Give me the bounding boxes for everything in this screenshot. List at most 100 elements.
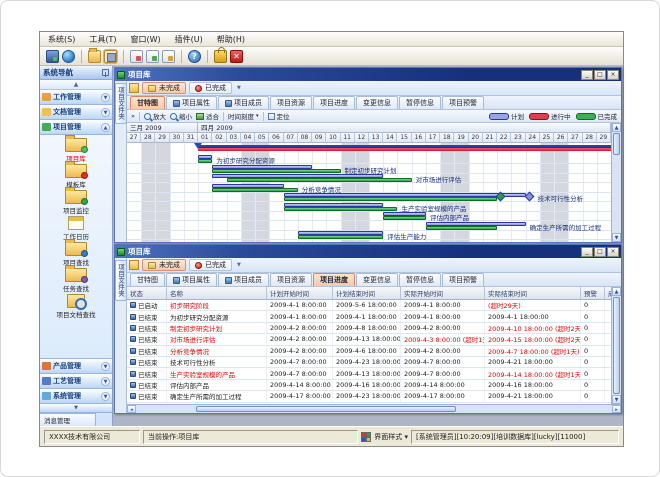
table-row[interactable]: 已结束制定初步研究计划2009-4-2 8:00:002009-4-8 18:0…: [127, 323, 611, 334]
task-done-bar[interactable]: [284, 197, 498, 201]
scroll-thumb[interactable]: [613, 297, 620, 394]
window1-title-bar[interactable]: 项目库 _ □ ×: [115, 68, 621, 81]
timescale-dropdown[interactable]: 时间刻度▾: [228, 111, 259, 121]
fit-button[interactable]: 适合: [196, 111, 219, 121]
table-row[interactable]: 已结束生产实验室规模的产品2009-4-7 8:00:002009-4-13 1…: [127, 368, 611, 379]
chevron-up-icon[interactable]: ▲: [101, 123, 110, 132]
task-done-bar[interactable]: [426, 226, 497, 230]
gantt-chart[interactable]: 三月 2009四月 200927282930310102030405060708…: [127, 123, 611, 242]
tab-项目资源[interactable]: 项目资源: [270, 96, 312, 109]
tab-项目属性[interactable]: 项目属性: [166, 273, 217, 286]
task-plan-bar[interactable]: [212, 184, 283, 188]
folder-open-icon[interactable]: [88, 50, 101, 63]
column-header-名称[interactable]: 名称: [167, 287, 267, 300]
menu-item-3[interactable]: 插件(U): [175, 34, 203, 45]
table-row[interactable]: 已结束确定生产所需的加工过程2009-4-17 8:00:002009-4-23…: [127, 391, 611, 402]
tab-甘特图[interactable]: 甘特图: [130, 273, 165, 286]
scroll-right-arrow-icon[interactable]: ▸: [612, 405, 621, 413]
report-green-icon[interactable]: [146, 50, 159, 63]
chevron-down-icon[interactable]: ▼: [101, 108, 110, 117]
zoom-out-button[interactable]: 缩小: [170, 111, 192, 121]
gantt-vertical-scrollbar[interactable]: ▲ ▼: [611, 123, 621, 242]
menu-item-4[interactable]: 帮助(H): [217, 34, 245, 45]
task-done-bar[interactable]: [298, 235, 383, 239]
chevron-down-icon[interactable]: ▼: [101, 392, 110, 401]
help-icon[interactable]: ?: [188, 50, 201, 63]
sidebar-item-模板库[interactable]: 模板库: [40, 164, 112, 189]
task-plan-bar[interactable]: [426, 222, 526, 226]
tab-项目成员[interactable]: 项目成员: [218, 273, 269, 286]
lock-icon[interactable]: [214, 50, 227, 63]
scroll-up-arrow-icon[interactable]: ▲: [612, 287, 621, 296]
scroll-down-arrow-icon[interactable]: ▼: [612, 233, 621, 242]
tab-项目资源[interactable]: 项目资源: [270, 273, 312, 286]
column-header-实际开始时间[interactable]: 实际开始时间: [401, 287, 485, 300]
task-done-bar[interactable]: [284, 207, 398, 211]
sidebar-scroll-up-button[interactable]: ▲: [40, 80, 112, 90]
column-header-实际结束时间[interactable]: 实际结束时间: [485, 287, 581, 300]
sidebar-overflow-chevron-icon[interactable]: ▼: [40, 404, 112, 413]
sidebar-group-工作管理[interactable]: 工作管理▼: [40, 90, 112, 105]
tab-项目成员[interactable]: 项目成员: [218, 96, 269, 109]
filter-tab-未完成[interactable]: 未完成: [142, 259, 186, 271]
sidebar-item-项目库[interactable]: 项目库: [40, 138, 112, 163]
project-folder-side-tab[interactable]: 项目文件夹: [115, 260, 127, 301]
tab-项目预警[interactable]: 项目预警: [442, 96, 484, 109]
tab-甘特图[interactable]: 甘特图: [130, 96, 165, 109]
chevron-down-icon[interactable]: ▼: [101, 362, 110, 371]
table-horizontal-scrollbar[interactable]: ◂ ▸: [127, 404, 621, 413]
maximize-button[interactable]: □: [594, 70, 606, 80]
sidebar-group-项目管理[interactable]: 项目管理▲: [40, 120, 112, 135]
table-row[interactable]: 已结束评估内部产品2009-4-14 8:00:002009-4-16 18:0…: [127, 380, 611, 391]
table-vertical-scrollbar[interactable]: ▲ ▼: [611, 287, 621, 404]
pin-icon[interactable]: [102, 69, 109, 76]
scroll-thumb[interactable]: [613, 133, 620, 155]
sidebar-item-项目监控[interactable]: 项目监控: [40, 190, 112, 215]
globe-icon[interactable]: [62, 50, 75, 63]
project-folder-side-tab[interactable]: 项目文件夹: [115, 83, 127, 124]
scroll-left-arrow-icon[interactable]: ◂: [127, 405, 136, 413]
filter-overflow-chevron-icon[interactable]: ▼: [237, 262, 241, 268]
sidebar-tab-message-management[interactable]: 消息管理: [40, 413, 96, 426]
filter-tab-已完成[interactable]: 已完成: [189, 82, 232, 94]
filter-overflow-chevron-icon[interactable]: ▼: [237, 85, 241, 91]
tab-变更信息[interactable]: 变更信息: [356, 96, 398, 109]
report-red-icon[interactable]: [130, 50, 143, 63]
minimize-button[interactable]: _: [581, 247, 593, 257]
tab-项目预警[interactable]: 项目预警: [442, 273, 484, 286]
column-header-预警[interactable]: 预警: [581, 287, 605, 300]
filter-tab-未完成[interactable]: 未完成: [142, 82, 186, 94]
task-plan-bar[interactable]: [212, 165, 312, 169]
tab-变更信息[interactable]: 变更信息: [356, 273, 398, 286]
chevron-down-icon[interactable]: ▼: [101, 377, 110, 386]
sidebar-group-文档管理[interactable]: 文档管理▼: [40, 105, 112, 120]
table-row[interactable]: 已结束分析竞争情况2009-4-2 8:00:002009-4-6 18:00:…: [127, 346, 611, 357]
interface-style-dropdown[interactable]: 界面样式 ▾: [374, 432, 408, 442]
chevron-down-icon[interactable]: ▼: [101, 93, 110, 102]
scroll-thumb[interactable]: [196, 406, 456, 412]
window2-title-bar[interactable]: 项目库 _ □ ×: [115, 245, 621, 258]
task-done-bar[interactable]: [383, 216, 426, 220]
tab-项目进度[interactable]: 项目进度: [313, 273, 355, 286]
save-folder-icon[interactable]: [104, 50, 117, 63]
folder-tree-icon[interactable]: [129, 260, 139, 270]
minimize-button[interactable]: _: [581, 70, 593, 80]
folder-tree-icon[interactable]: [129, 83, 139, 93]
menu-item-2[interactable]: 窗口(W): [130, 34, 160, 45]
task-plan-bar[interactable]: [284, 203, 384, 207]
scroll-up-arrow-icon[interactable]: ▲: [612, 123, 621, 132]
workspace-icon[interactable]: [46, 50, 59, 63]
column-header-计划开始时间[interactable]: 计划开始时间: [267, 287, 333, 300]
tab-项目属性[interactable]: 项目属性: [166, 96, 217, 109]
table-row[interactable]: 已结束技术可行性分析2009-4-7 8:00:002009-4-23 18:0…: [127, 357, 611, 368]
close-button[interactable]: ×: [607, 70, 619, 80]
maximize-button[interactable]: □: [594, 247, 606, 257]
locate-button[interactable]: 定位: [268, 111, 290, 121]
close-button[interactable]: ×: [607, 247, 619, 257]
table-row[interactable]: 已结束对市场进行评估2009-4-2 8:00:002009-4-13 18:0…: [127, 334, 611, 345]
table-row[interactable]: 已结束为初步研究分配资源2009-4-1 8:00:002009-4-1 18:…: [127, 311, 611, 322]
sidebar-group-系统管理[interactable]: 系统管理▼: [40, 389, 112, 404]
toolbar-overflow-button[interactable]: »: [131, 112, 135, 120]
scroll-down-arrow-icon[interactable]: ▼: [612, 395, 621, 404]
zoom-in-button[interactable]: 放大: [144, 111, 166, 121]
